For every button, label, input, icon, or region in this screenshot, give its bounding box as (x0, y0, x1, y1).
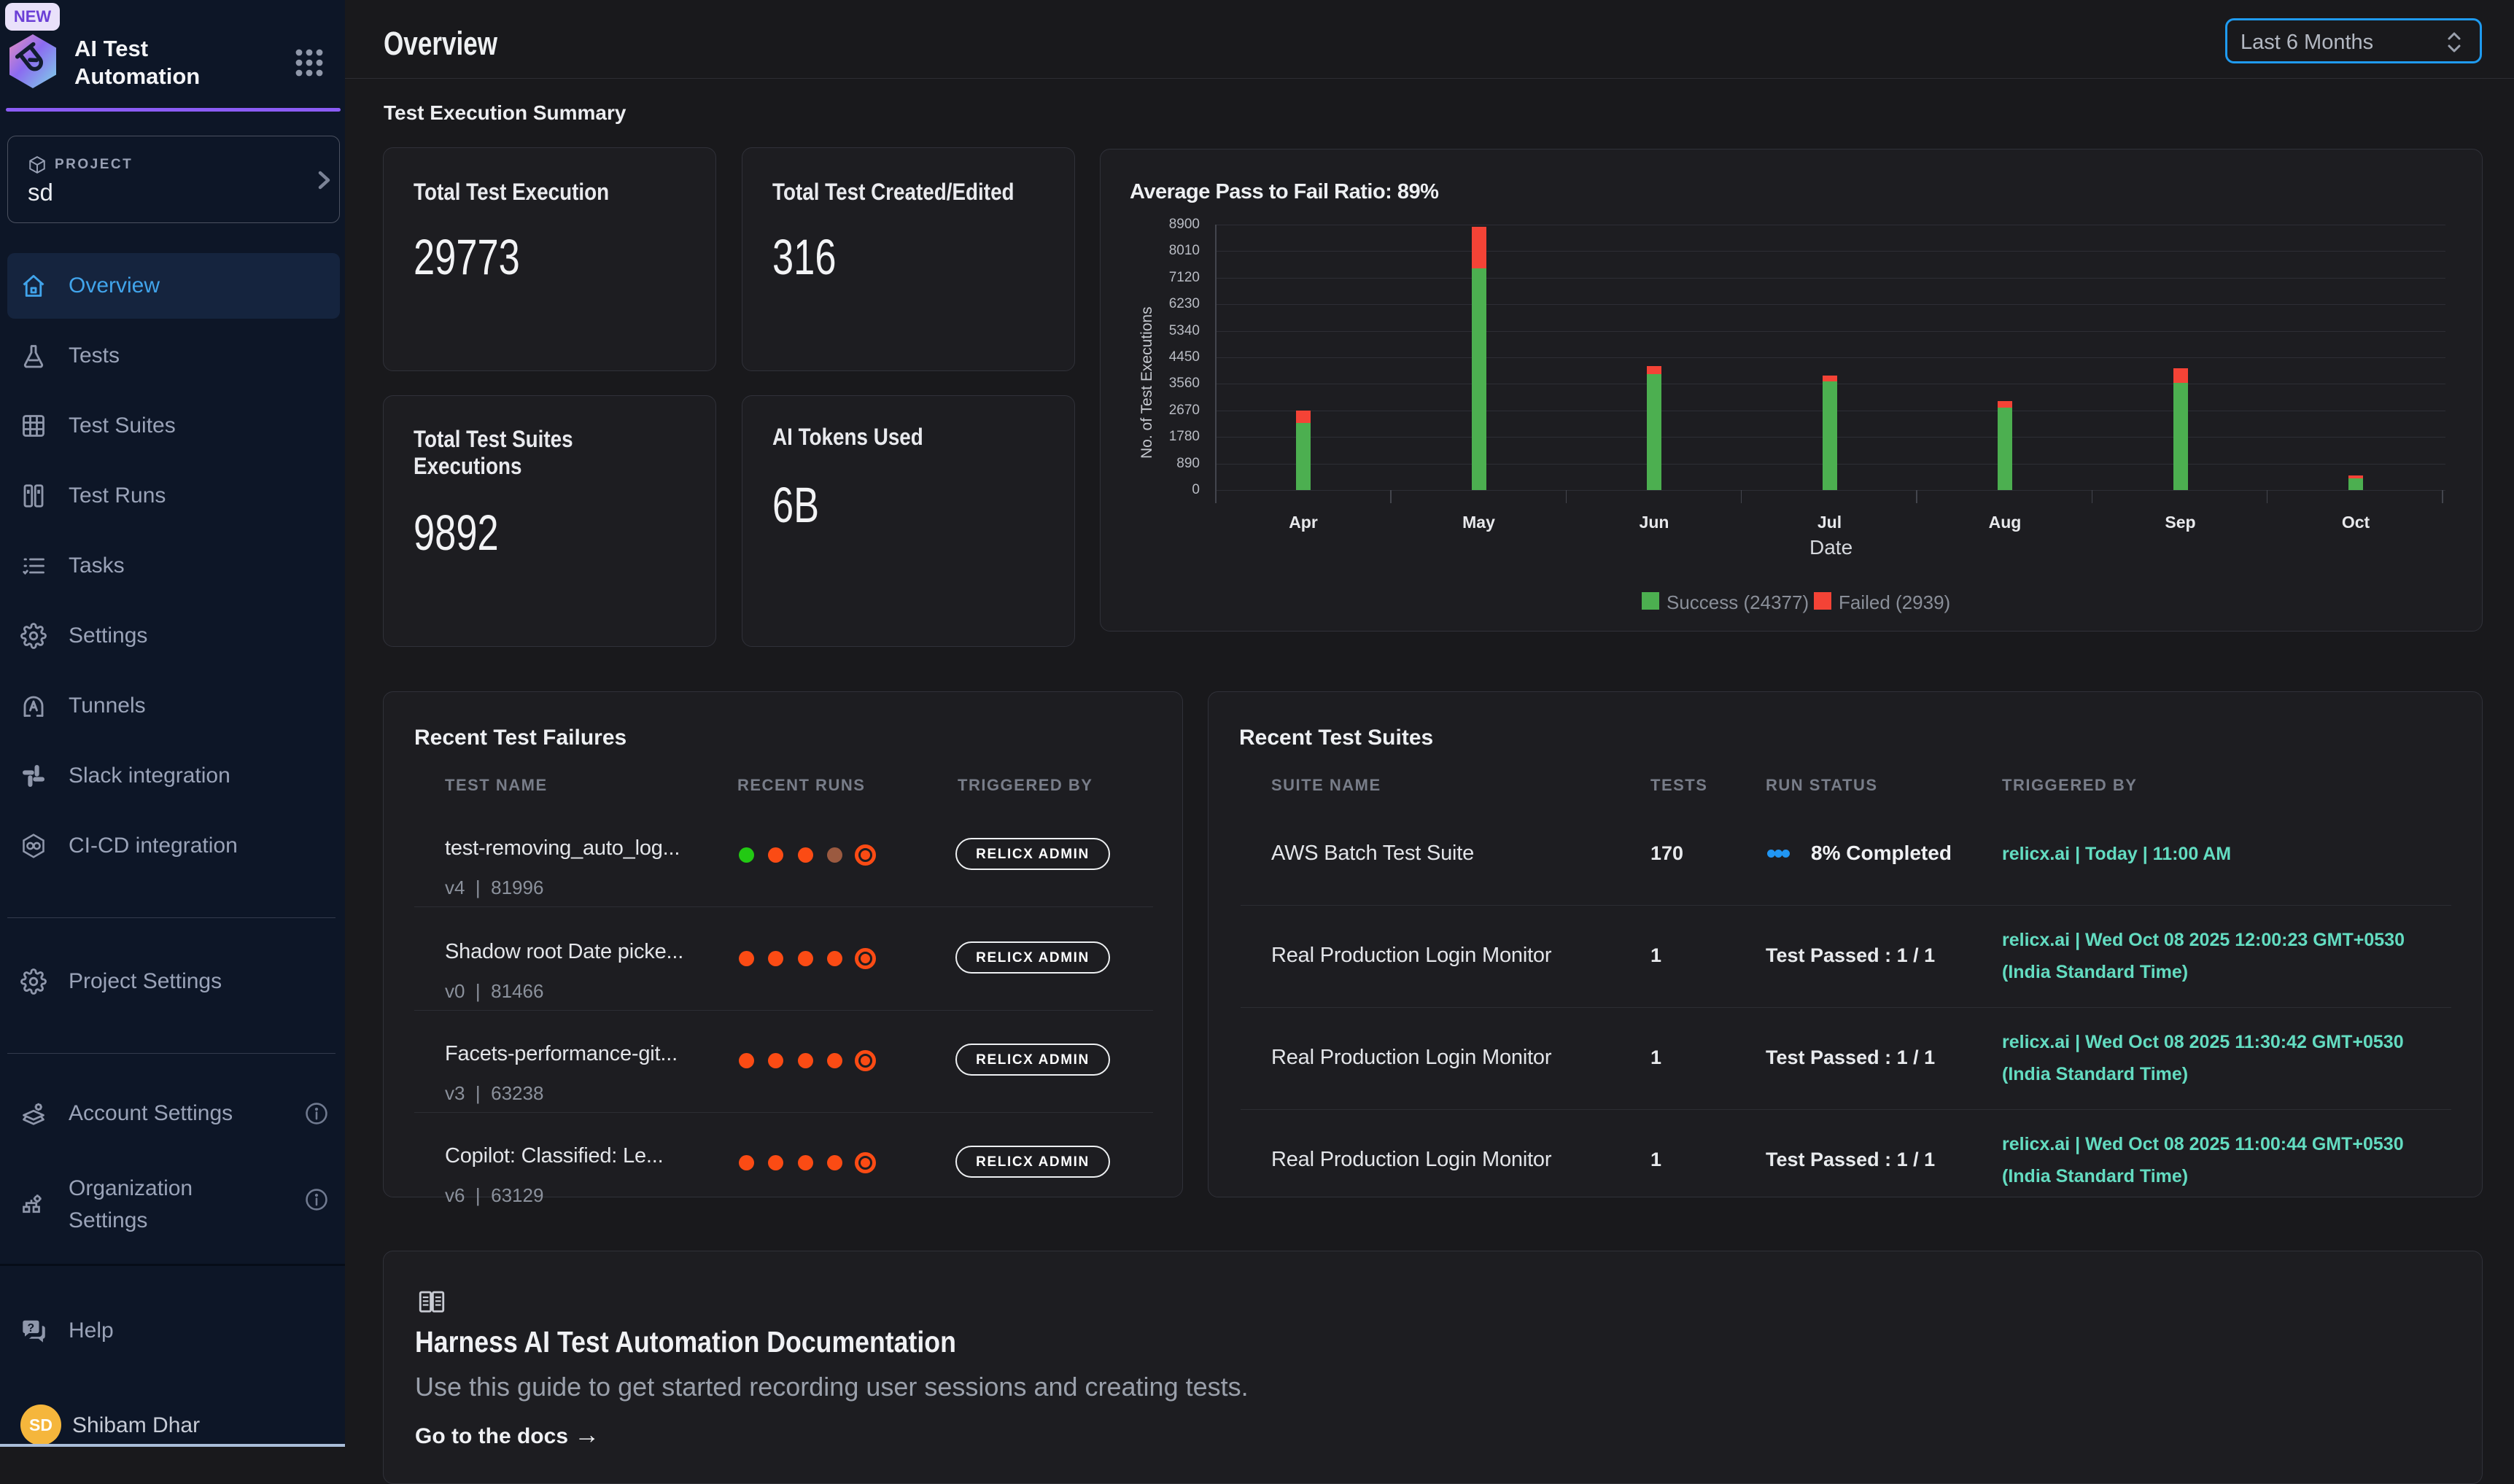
svg-text:?: ? (27, 1322, 34, 1335)
